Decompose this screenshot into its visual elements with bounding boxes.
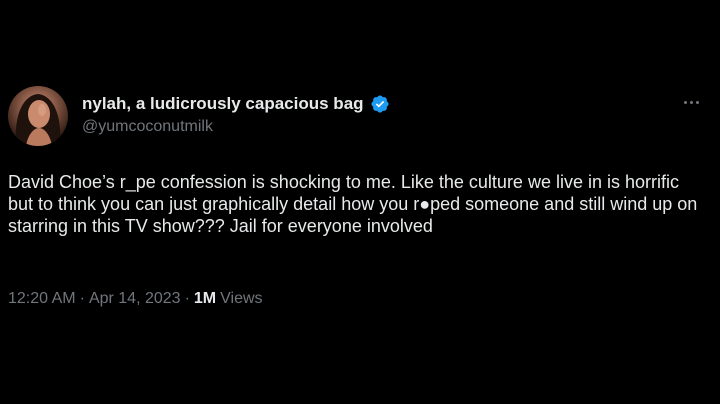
avatar[interactable] — [8, 86, 68, 146]
tweet-time[interactable]: 12:20 AM — [8, 290, 76, 308]
dot — [683, 100, 687, 104]
name-row: nylah, a ludicrously capacious bag — [82, 92, 640, 116]
display-name[interactable]: nylah, a ludicrously capacious bag — [82, 94, 364, 114]
views-label: Views — [220, 290, 263, 307]
views-count[interactable]: 1M — [194, 290, 216, 308]
more-options-icon[interactable] — [676, 92, 706, 112]
author-block: nylah, a ludicrously capacious bag @yumc… — [82, 92, 640, 136]
tweet-text: David Choe’s r_pe confession is shocking… — [8, 172, 703, 236]
tweet-meta: 12:20 AM · Apr 14, 2023 · 1M Views — [8, 290, 263, 308]
tweet-date[interactable]: Apr 14, 2023 — [89, 290, 181, 308]
meta-separator: · — [184, 290, 190, 307]
handle[interactable]: @yumcoconutmilk — [82, 118, 640, 136]
dot — [689, 100, 693, 104]
verified-badge-icon — [370, 94, 390, 114]
avatar-image — [15, 94, 61, 146]
tweet-card: nylah, a ludicrously capacious bag @yumc… — [0, 0, 720, 404]
meta-separator: · — [79, 290, 85, 307]
dot — [695, 100, 699, 104]
